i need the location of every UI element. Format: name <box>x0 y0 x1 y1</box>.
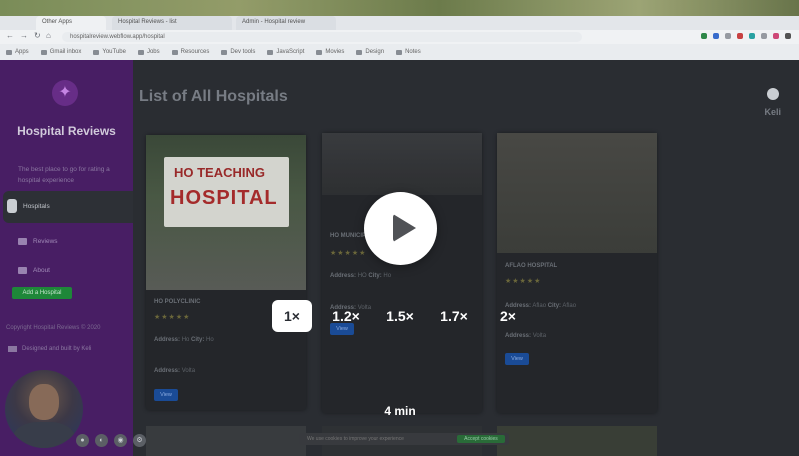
speed-option[interactable]: 1× <box>272 300 312 332</box>
speed-option[interactable]: 2× <box>488 300 528 332</box>
playback-speed-options: 1× 1.2× 1.5× 1.7× 2× <box>272 300 532 332</box>
play-icon <box>393 214 416 242</box>
speed-option[interactable]: 1.5× <box>380 300 420 332</box>
play-button[interactable] <box>364 192 437 265</box>
speed-option[interactable]: 1.2× <box>326 300 366 332</box>
screen: Other Apps Hospital Reviews - list Admin… <box>0 0 799 456</box>
video-duration: 4 min <box>384 404 416 418</box>
speed-option[interactable]: 1.7× <box>434 300 474 332</box>
